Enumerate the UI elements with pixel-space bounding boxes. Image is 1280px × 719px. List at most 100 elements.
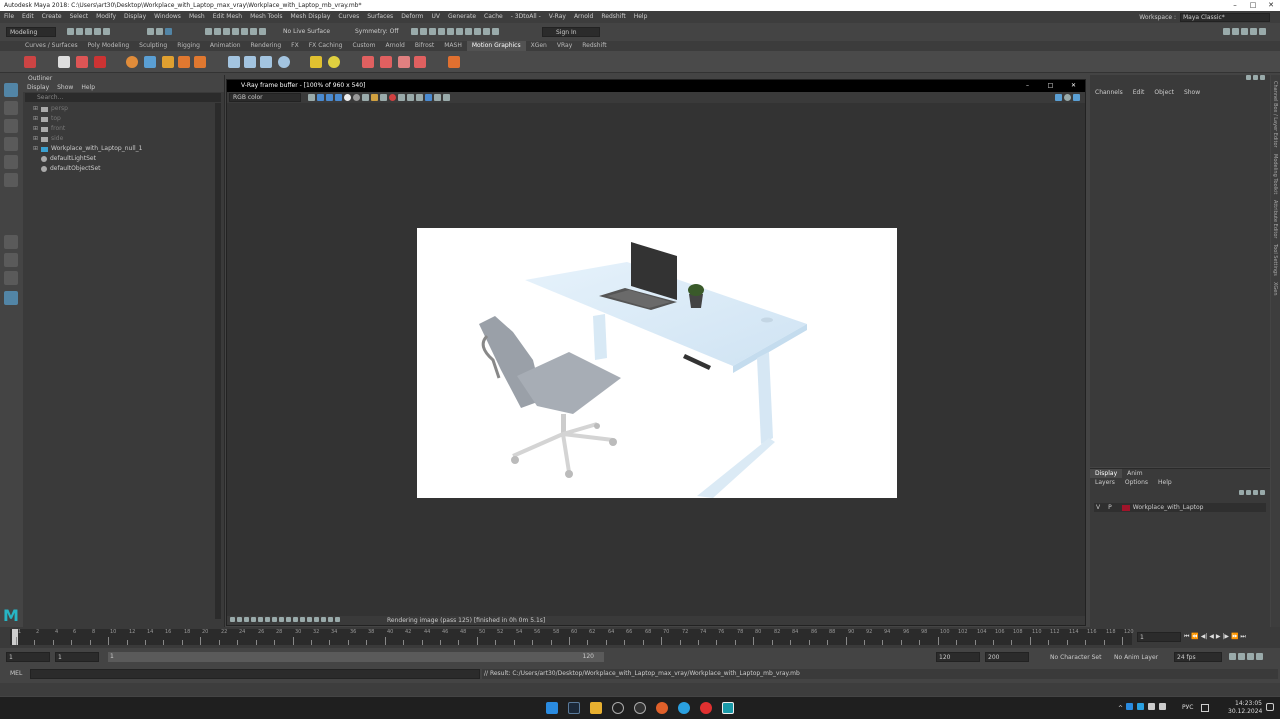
ipr-render-icon[interactable] (429, 28, 436, 35)
vfb-status-icon[interactable] (300, 617, 305, 622)
shelf-tab-rendering[interactable]: Rendering (246, 41, 287, 51)
new-layer-icon[interactable] (1253, 490, 1258, 495)
vfb-green-channel-icon[interactable] (326, 94, 333, 101)
vfb-status-icon[interactable] (251, 617, 256, 622)
vfb-mono-icon[interactable] (353, 94, 360, 101)
keyboard-icon[interactable] (1201, 704, 1209, 712)
playback-end-field[interactable]: 120 (936, 652, 980, 662)
expand-icon[interactable]: ⊞ (33, 104, 39, 114)
menu-windows[interactable]: Windows (150, 11, 185, 23)
windows-start-icon[interactable] (546, 702, 558, 714)
vfb-status-icon[interactable] (244, 617, 249, 622)
live-surface-field[interactable]: No Live Surface (280, 27, 334, 37)
layer-menu-options[interactable]: Options (1120, 478, 1153, 488)
select-object-icon[interactable] (156, 28, 163, 35)
layer-playback-toggle[interactable]: P (1100, 503, 1112, 512)
shelf-tab-fx-caching[interactable]: FX Caching (304, 41, 348, 51)
expand-icon[interactable]: ⊞ (33, 114, 39, 124)
go-to-end-icon[interactable]: ⏭ (1240, 633, 1245, 640)
twist-icon[interactable] (244, 56, 256, 68)
character-set-dropdown[interactable]: No Character Set (1050, 654, 1101, 661)
menu-redshift[interactable]: Redshift (597, 11, 629, 23)
vfb-save-icon[interactable] (362, 94, 369, 101)
vray-vfb-icon[interactable] (483, 28, 490, 35)
channel-menu-channels[interactable]: Channels (1090, 87, 1128, 99)
menu-mesh[interactable]: Mesh (185, 11, 209, 23)
shirt-icon[interactable] (380, 56, 392, 68)
bend-icon[interactable] (228, 56, 240, 68)
menu--3dtoall-[interactable]: - 3DtoAll - (507, 11, 545, 23)
list-icon[interactable] (58, 56, 70, 68)
expand-icon[interactable]: ⊞ (33, 144, 39, 154)
outliner-menu-display[interactable]: Display (23, 83, 53, 92)
shelf-tab-rigging[interactable]: Rigging (172, 41, 205, 51)
channel-menu-object[interactable]: Object (1149, 87, 1179, 99)
outliner-item[interactable]: ⊞ Workplace_with_Laptop_null_1 (33, 144, 224, 154)
tray-expand-icon[interactable]: ^ (1118, 705, 1123, 712)
menu-mesh-tools[interactable]: Mesh Tools (246, 11, 286, 23)
paint-select-icon[interactable] (4, 119, 18, 133)
shelf-tab-sculpting[interactable]: Sculpting (134, 41, 172, 51)
vfb-status-icon[interactable] (293, 617, 298, 622)
vfb-teapot-icon[interactable] (1073, 94, 1080, 101)
outliner-item[interactable]: defaultLightSet (33, 154, 224, 164)
steam-icon[interactable] (568, 702, 580, 714)
menu-edit[interactable]: Edit (18, 11, 38, 23)
vfb-status-icon[interactable] (307, 617, 312, 622)
box-icon[interactable] (194, 56, 206, 68)
menu-select[interactable]: Select (66, 11, 93, 23)
animation-end-field[interactable]: 200 (985, 652, 1029, 662)
menu-help[interactable]: Help (630, 11, 652, 23)
hypershade-icon[interactable] (447, 28, 454, 35)
vray-render-icon[interactable] (465, 28, 472, 35)
vfb-status-icon[interactable] (237, 617, 242, 622)
layer-tab-anim[interactable]: Anim (1122, 469, 1147, 478)
minimize-icon[interactable]: – (1226, 0, 1244, 11)
redo-icon[interactable] (103, 28, 110, 35)
outliner-item[interactable]: ⊞ top (33, 114, 224, 124)
shelf-tab-curves-surfaces[interactable]: Curves / Surfaces (20, 41, 83, 51)
shelf-tab-animation[interactable]: Animation (205, 41, 246, 51)
channel-menu-edit[interactable]: Edit (1128, 87, 1150, 99)
notification-icon[interactable] (1266, 703, 1274, 711)
outliner-scrollbar[interactable] (215, 103, 221, 619)
vfb-blue-channel-icon[interactable] (335, 94, 342, 101)
menu-generate[interactable]: Generate (444, 11, 480, 23)
outliner-layout-icon[interactable] (4, 291, 18, 305)
telegram-icon[interactable] (678, 702, 690, 714)
key-icon[interactable] (1238, 653, 1245, 660)
menu-v-ray[interactable]: V-Ray (545, 11, 570, 23)
layer-menu-layers[interactable]: Layers (1090, 478, 1120, 488)
sun-icon[interactable] (328, 56, 340, 68)
next-key-icon[interactable]: |▶ (1222, 633, 1229, 640)
anim-layer-dropdown[interactable]: No Anim Layer (1114, 654, 1158, 661)
render-view-icon[interactable] (456, 28, 463, 35)
scale-tool-icon[interactable] (4, 173, 18, 187)
open-scene-icon[interactable] (76, 28, 83, 35)
pause-icon[interactable] (492, 28, 499, 35)
hand-icon[interactable] (398, 56, 410, 68)
symmetry-field[interactable]: Symmetry: Off (352, 27, 404, 37)
menu-uv[interactable]: UV (428, 11, 445, 23)
anim-prefs-icon[interactable] (1256, 653, 1263, 660)
vfb-alpha-icon[interactable] (344, 94, 351, 101)
file-explorer-icon[interactable] (590, 702, 602, 714)
select-component-icon[interactable] (165, 28, 172, 35)
vfb-stop-icon[interactable] (389, 94, 396, 101)
shelf-tab-custom[interactable]: Custom (347, 41, 380, 51)
vfb-ipr-icon[interactable] (1064, 94, 1071, 101)
light-icon[interactable] (310, 56, 322, 68)
vfb-track-icon[interactable] (407, 94, 414, 101)
outliner-menu-show[interactable]: Show (53, 83, 77, 92)
snap-vertex-icon[interactable] (250, 28, 257, 35)
bluetooth-icon[interactable] (1125, 703, 1133, 710)
curve-icon[interactable] (144, 56, 156, 68)
menu-surfaces[interactable]: Surfaces (363, 11, 397, 23)
channel-menu-show[interactable]: Show (1179, 87, 1205, 99)
outliner-toggle-icon[interactable] (1259, 28, 1266, 35)
modeling-toolkit-icon[interactable] (1223, 28, 1230, 35)
maximize-icon[interactable]: □ (1244, 0, 1262, 11)
side-tab-attribute-editor[interactable]: Attribute Editor (1271, 200, 1278, 238)
shelf-tab-xgen[interactable]: XGen (526, 41, 552, 51)
side-tab-channel-box-layer-editor[interactable]: Channel Box / Layer Editor (1271, 81, 1278, 148)
